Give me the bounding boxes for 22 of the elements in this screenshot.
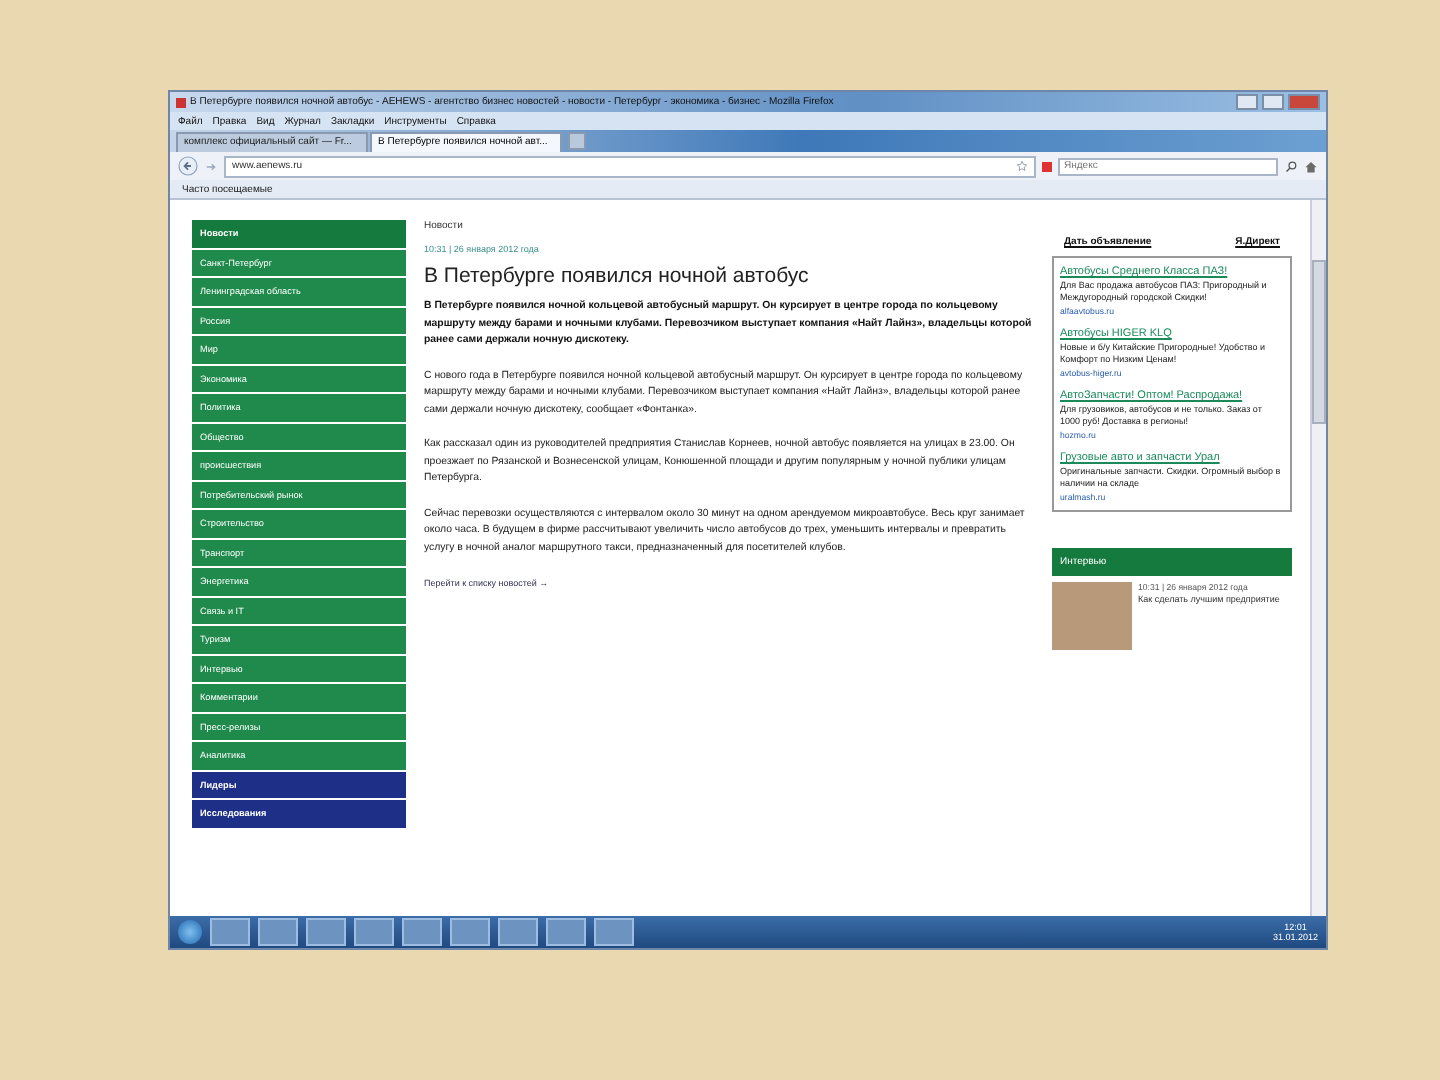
minimize-button[interactable] bbox=[1236, 94, 1258, 110]
photo-placeholder bbox=[1052, 582, 1132, 650]
article-headline: В Петербурге появился ночной автобус bbox=[424, 264, 809, 288]
taskbar-app-icon[interactable] bbox=[354, 918, 394, 946]
back-icon[interactable] bbox=[178, 156, 198, 176]
forward-icon[interactable] bbox=[204, 159, 218, 173]
close-button[interactable] bbox=[1288, 94, 1320, 110]
scrollbar[interactable] bbox=[1310, 200, 1326, 916]
new-tab-button[interactable] bbox=[568, 132, 586, 150]
star-icon[interactable] bbox=[1016, 160, 1028, 172]
home-icon[interactable] bbox=[1304, 159, 1318, 173]
taskbar-app-icon[interactable] bbox=[450, 918, 490, 946]
taskbar-app-icon[interactable] bbox=[306, 918, 346, 946]
taskbar-app-icon[interactable] bbox=[594, 918, 634, 946]
taskbar-app-icon[interactable] bbox=[402, 918, 442, 946]
taskbar-app-icon[interactable] bbox=[498, 918, 538, 946]
maximize-button[interactable] bbox=[1262, 94, 1284, 110]
start-button[interactable] bbox=[178, 920, 202, 944]
search-icon[interactable] bbox=[1284, 159, 1298, 173]
taskbar-app-icon[interactable] bbox=[210, 918, 250, 946]
taskbar-app-icon[interactable] bbox=[546, 918, 586, 946]
taskbar-app-icon[interactable] bbox=[258, 918, 298, 946]
